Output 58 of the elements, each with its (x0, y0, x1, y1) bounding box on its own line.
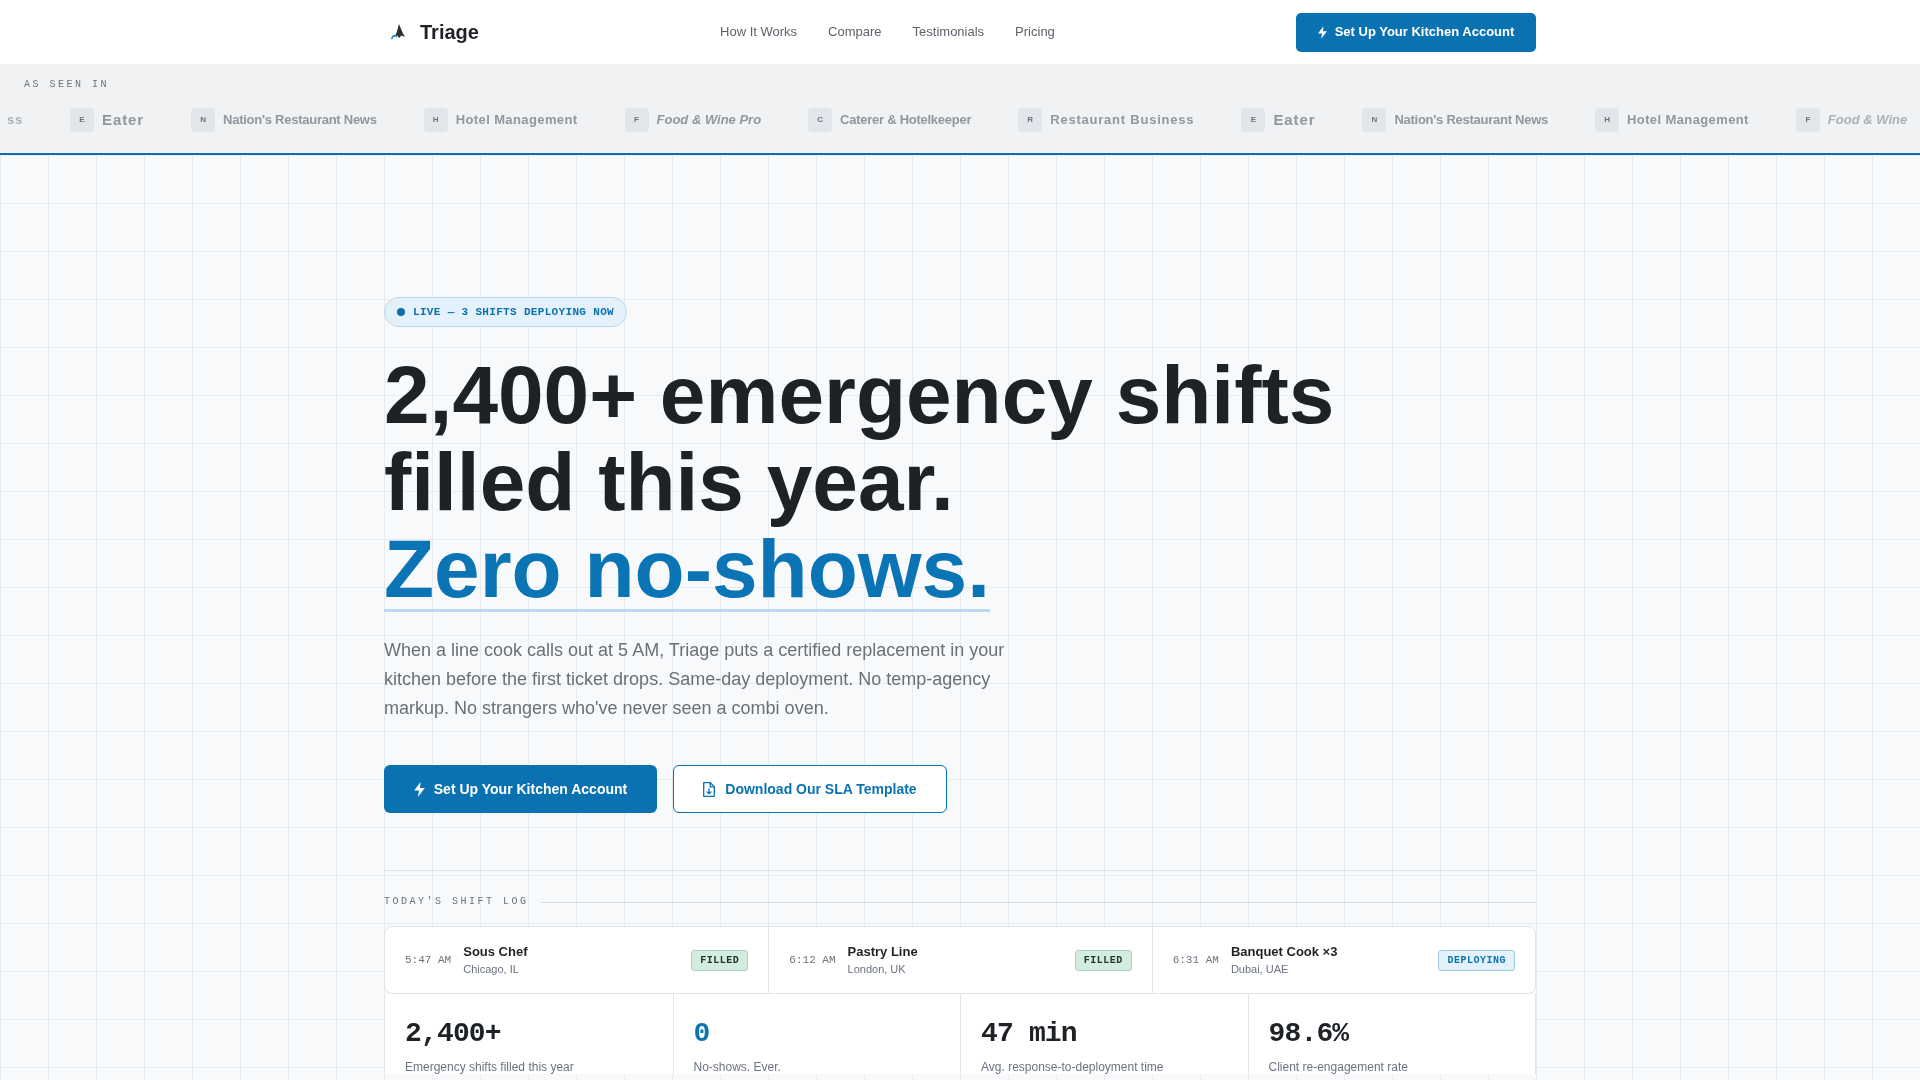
stat-label: Avg. response-to-deployment time (981, 1060, 1165, 1074)
outlet-name: Hotel Management (1627, 111, 1749, 129)
shift-location: Chicago, IL (463, 962, 520, 976)
cta-button[interactable]: Set Up Your Kitchen Account (1296, 12, 1536, 52)
file-download-icon (703, 781, 716, 797)
stat-value: 98.6% (1268, 1018, 1350, 1050)
outlet-initial: F (1795, 108, 1820, 132)
outlet-initial: E (70, 108, 95, 132)
lightning-icon (1317, 25, 1327, 39)
outlet-name: ss (7, 111, 24, 129)
status-badge: DEPLOYING (1438, 949, 1515, 971)
stat-value: 0 (693, 1018, 711, 1050)
shift-location: Dubai, UAE (1230, 962, 1290, 976)
outlet-name: Eater (1273, 111, 1316, 129)
outlet-name: Food & Wine (1827, 111, 1908, 129)
outlet-name: Restaurant Business (1050, 111, 1195, 129)
shift-location: London, UK (847, 962, 907, 976)
shift-role: Banquet Cook ×3 (1230, 944, 1338, 960)
shift-log-title: TODAY'S SHIFT LOG (384, 895, 529, 909)
outlet-initial: E (1241, 108, 1266, 132)
shift-time: 6:31 AM (1172, 952, 1219, 968)
logo-icon (391, 24, 405, 40)
stat-value: 47 min (981, 1018, 1078, 1050)
outlet-initial: H (1595, 108, 1620, 132)
nav-link[interactable]: Testimonials (912, 22, 985, 42)
shift-time: 5:47 AM (405, 952, 452, 968)
hero-description: When a line cook calls out at 5 AM, Triage puts a certified replacement in your kitchen before the first ticket drops. Same-day deployment. No temp-agency markup. No strangers who've never seen a combi oven. (384, 639, 1006, 720)
shift-role: Pastry Line (847, 944, 918, 960)
status-badge: FILLED (1074, 949, 1132, 971)
outlet-name: Nation's Restaurant News (1394, 111, 1549, 129)
outlet-initial: R (1018, 108, 1043, 132)
stat-label: Emergency shifts filled this year (405, 1060, 575, 1074)
shift-role: Sous Chef (463, 944, 528, 960)
headline: 2,400+ emergency shifts filled this year. (384, 351, 1336, 525)
outlet-name: Food & Wine Pro (656, 111, 762, 129)
outlet-initial: N (1362, 108, 1387, 132)
outlet-name: Hotel Management (455, 111, 578, 129)
nav-link[interactable]: How It Works (720, 22, 798, 42)
brand-name[interactable]: Triage (420, 17, 479, 47)
nav-link[interactable]: Pricing (1015, 22, 1055, 42)
outlet-initial: F (624, 108, 649, 132)
stat-label: Client re-engagement rate (1268, 1060, 1409, 1074)
download-template-button[interactable]: Download Our SLA Template (673, 765, 947, 813)
stat-value: 2,400+ (405, 1018, 502, 1050)
outlet-initial: H (423, 108, 448, 132)
live-status-text: LIVE — 3 SHIFTS DEPLOYING NOW (413, 304, 614, 320)
shift-time: 6:12 AM (789, 952, 836, 968)
press-label: AS SEEN IN (24, 78, 109, 92)
outlet-name: Eater (102, 111, 145, 129)
lightning-icon (413, 781, 425, 797)
nav-link[interactable]: Compare (828, 22, 882, 42)
outlet-initial: C (808, 108, 833, 132)
outlet-initial: N (191, 108, 216, 132)
outlet-name: Caterer & Hotelkeeper (840, 111, 972, 129)
outlet-name: Nation's Restaurant News (223, 111, 377, 129)
primary-cta-button[interactable]: Set Up Your Kitchen Account (384, 765, 657, 813)
status-badge: FILLED (691, 949, 749, 971)
stat-label: No-shows. Ever. (693, 1060, 782, 1074)
